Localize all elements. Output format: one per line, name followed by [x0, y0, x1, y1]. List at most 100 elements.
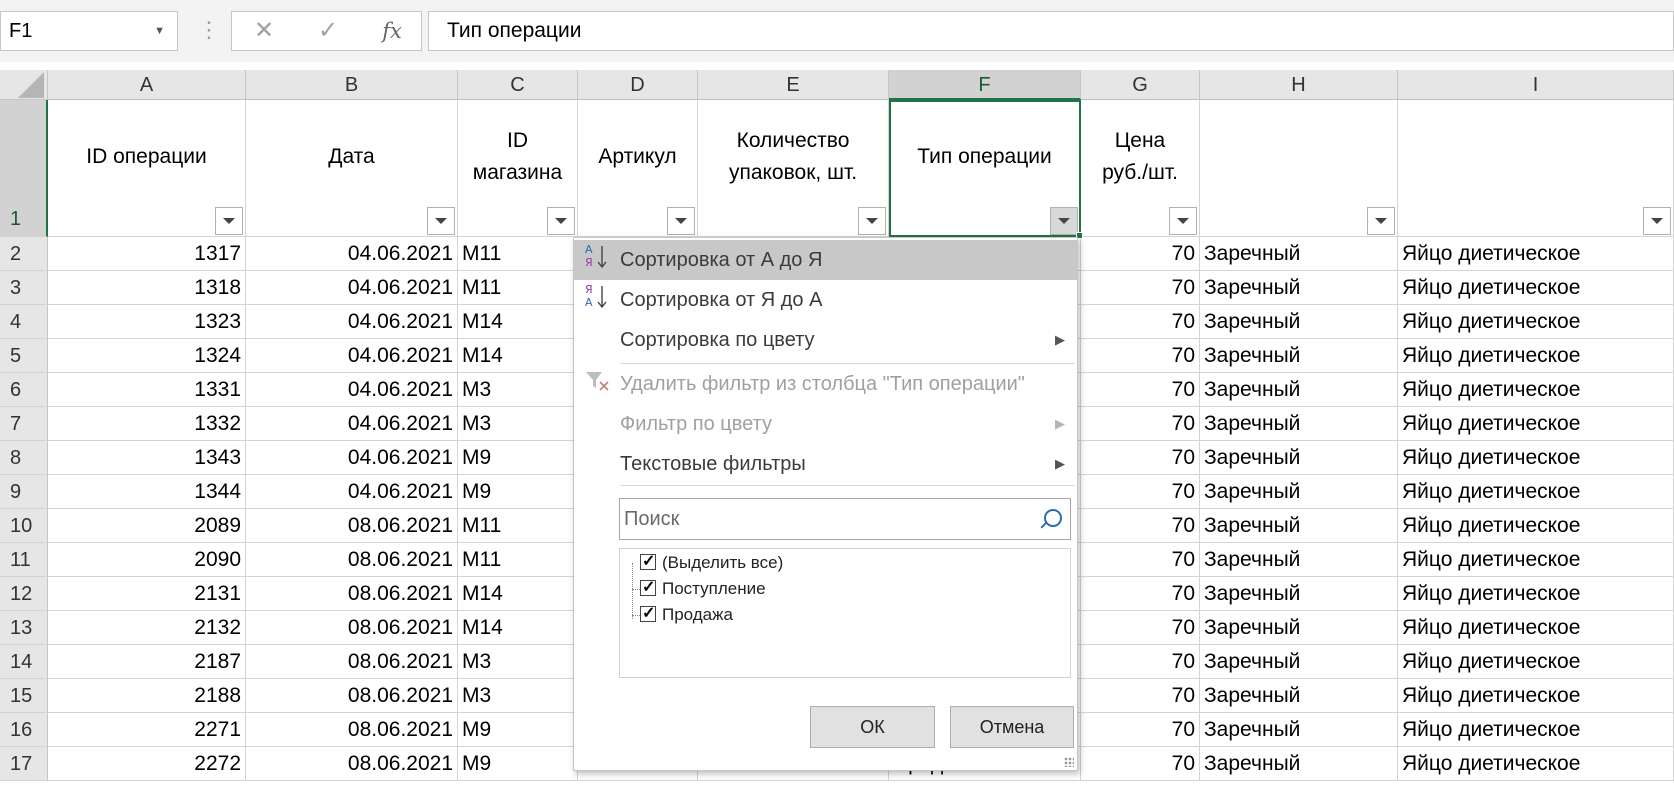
cell-h[interactable]: Заречный: [1200, 679, 1398, 713]
column-header-a[interactable]: A: [48, 70, 246, 100]
cell-i[interactable]: Яйцо диетическое: [1398, 509, 1674, 543]
menu-sort-az[interactable]: АЯ Сортировка от А до Я: [574, 240, 1077, 280]
cell-h[interactable]: Заречный: [1200, 271, 1398, 305]
cell-c[interactable]: М9: [458, 475, 578, 509]
cell-i[interactable]: Яйцо диетическое: [1398, 271, 1674, 305]
cell-a[interactable]: 1344: [48, 475, 246, 509]
cell-g[interactable]: 70: [1081, 373, 1200, 407]
cell-a[interactable]: 1332: [48, 407, 246, 441]
row-header-1[interactable]: 1: [0, 100, 48, 237]
cell-h[interactable]: Заречный: [1200, 237, 1398, 271]
cancel-button[interactable]: Отмена: [950, 706, 1074, 748]
cell-c[interactable]: М3: [458, 373, 578, 407]
cell-g[interactable]: 70: [1081, 509, 1200, 543]
cell-i[interactable]: Яйцо диетическое: [1398, 441, 1674, 475]
cell-h[interactable]: Заречный: [1200, 441, 1398, 475]
cell-b[interactable]: 08.06.2021: [246, 679, 458, 713]
column-header-g[interactable]: G: [1081, 70, 1200, 100]
row-header[interactable]: 10: [0, 509, 48, 543]
cell-h[interactable]: Заречный: [1200, 339, 1398, 373]
cell-a[interactable]: 2131: [48, 577, 246, 611]
cell-h[interactable]: Заречный: [1200, 509, 1398, 543]
cell-c[interactable]: М14: [458, 339, 578, 373]
header-cell-a[interactable]: ID операции: [48, 100, 246, 237]
cell-i[interactable]: Яйцо диетическое: [1398, 611, 1674, 645]
cell-c[interactable]: М3: [458, 645, 578, 679]
cell-a[interactable]: 1331: [48, 373, 246, 407]
row-header[interactable]: 2: [0, 237, 48, 271]
cell-b[interactable]: 04.06.2021: [246, 407, 458, 441]
cell-g[interactable]: 70: [1081, 237, 1200, 271]
cell-i[interactable]: Яйцо диетическое: [1398, 475, 1674, 509]
menu-sort-za[interactable]: ЯА Сортировка от Я до А: [574, 280, 1077, 320]
column-header-c[interactable]: C: [458, 70, 578, 100]
cell-c[interactable]: М9: [458, 441, 578, 475]
cell-i[interactable]: Яйцо диетическое: [1398, 645, 1674, 679]
cell-g[interactable]: 70: [1081, 407, 1200, 441]
checkbox-checked-icon[interactable]: [640, 550, 656, 574]
header-cell-g[interactable]: Цена руб./шт.: [1081, 100, 1200, 237]
cell-b[interactable]: 04.06.2021: [246, 441, 458, 475]
cell-b[interactable]: 04.06.2021: [246, 305, 458, 339]
filter-dropdown-button-c[interactable]: [547, 207, 575, 235]
filter-item-prodazha[interactable]: Продажа: [640, 602, 733, 627]
filter-dropdown-button-g[interactable]: [1169, 207, 1197, 235]
header-cell-h[interactable]: [1200, 100, 1398, 237]
cell-b[interactable]: 08.06.2021: [246, 713, 458, 747]
row-header[interactable]: 15: [0, 679, 48, 713]
cell-a[interactable]: 2089: [48, 509, 246, 543]
header-cell-d[interactable]: Артикул: [578, 100, 698, 237]
cell-a[interactable]: 2188: [48, 679, 246, 713]
cell-a[interactable]: 2187: [48, 645, 246, 679]
cell-g[interactable]: 70: [1081, 305, 1200, 339]
row-header[interactable]: 4: [0, 305, 48, 339]
cell-g[interactable]: 70: [1081, 713, 1200, 747]
x-icon[interactable]: ✕: [232, 12, 296, 50]
header-cell-i[interactable]: [1398, 100, 1674, 237]
cell-i[interactable]: Яйцо диетическое: [1398, 407, 1674, 441]
row-header[interactable]: 3: [0, 271, 48, 305]
column-header-i[interactable]: I: [1398, 70, 1674, 100]
cell-c[interactable]: М11: [458, 509, 578, 543]
cell-b[interactable]: 08.06.2021: [246, 577, 458, 611]
cell-a[interactable]: 2272: [48, 747, 246, 781]
cell-c[interactable]: М11: [458, 543, 578, 577]
row-header[interactable]: 7: [0, 407, 48, 441]
cell-a[interactable]: 2132: [48, 611, 246, 645]
cell-i[interactable]: Яйцо диетическое: [1398, 543, 1674, 577]
cell-i[interactable]: Яйцо диетическое: [1398, 339, 1674, 373]
cell-g[interactable]: 70: [1081, 271, 1200, 305]
cell-g[interactable]: 70: [1081, 543, 1200, 577]
cell-g[interactable]: 70: [1081, 577, 1200, 611]
cell-c[interactable]: М3: [458, 407, 578, 441]
checkbox-checked-icon[interactable]: [640, 602, 656, 626]
filter-dropdown-button-b[interactable]: [427, 207, 455, 235]
row-header[interactable]: 14: [0, 645, 48, 679]
cell-a[interactable]: 2271: [48, 713, 246, 747]
cell-i[interactable]: Яйцо диетическое: [1398, 747, 1674, 781]
fx-icon[interactable]: fx: [360, 12, 424, 50]
cell-i[interactable]: Яйцо диетическое: [1398, 237, 1674, 271]
filter-dropdown-button-i[interactable]: [1643, 207, 1671, 235]
filter-item-postuplenie[interactable]: Поступление: [640, 576, 766, 601]
cell-h[interactable]: Заречный: [1200, 747, 1398, 781]
cell-i[interactable]: Яйцо диетическое: [1398, 305, 1674, 339]
cell-i[interactable]: Яйцо диетическое: [1398, 577, 1674, 611]
cell-b[interactable]: 04.06.2021: [246, 373, 458, 407]
cell-b[interactable]: 04.06.2021: [246, 339, 458, 373]
menu-text-filters[interactable]: Текстовые фильтры ▶: [574, 444, 1077, 484]
column-header-f[interactable]: F: [889, 70, 1081, 100]
cell-a[interactable]: 1343: [48, 441, 246, 475]
ok-button[interactable]: ОК: [810, 706, 935, 748]
cell-i[interactable]: Яйцо диетическое: [1398, 373, 1674, 407]
header-cell-c[interactable]: ID магазина: [458, 100, 578, 237]
cell-a[interactable]: 1323: [48, 305, 246, 339]
cell-g[interactable]: 70: [1081, 339, 1200, 373]
cell-g[interactable]: 70: [1081, 645, 1200, 679]
cell-g[interactable]: 70: [1081, 441, 1200, 475]
formula-input[interactable]: Тип операции: [428, 11, 1674, 51]
cell-c[interactable]: М11: [458, 271, 578, 305]
check-icon[interactable]: ✓: [296, 12, 360, 50]
cell-h[interactable]: Заречный: [1200, 577, 1398, 611]
filter-dropdown-button-a[interactable]: [215, 207, 243, 235]
